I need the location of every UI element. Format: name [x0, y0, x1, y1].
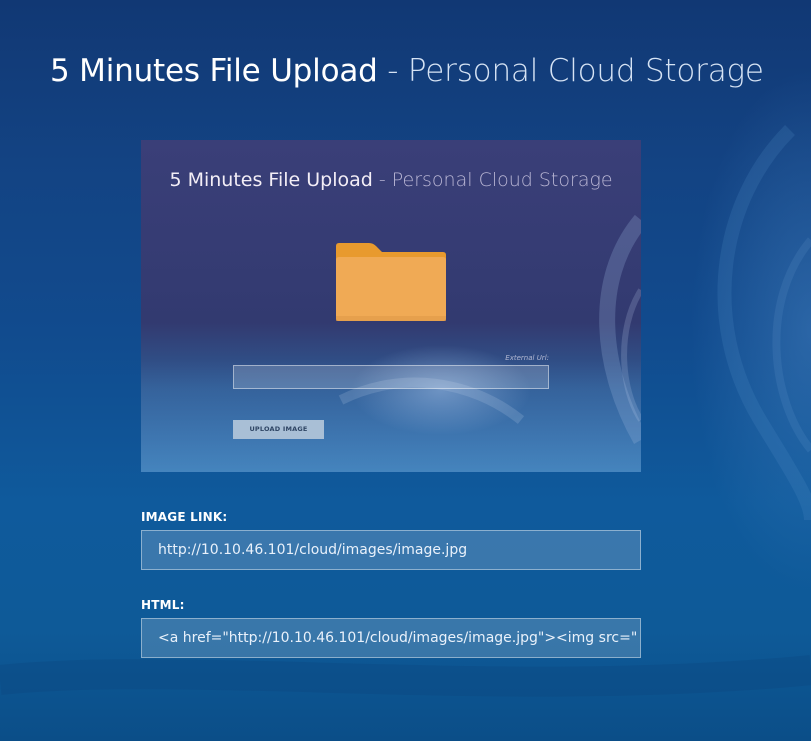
html-embed-field[interactable] [141, 618, 641, 658]
uploaded-image-preview: 5 Minutes File Upload - Personal Cloud S… [141, 140, 641, 472]
external-url-input [233, 365, 549, 389]
preview-title-subtitle: - Personal Cloud Storage [378, 169, 613, 191]
image-link-field[interactable] [141, 530, 641, 570]
folder-icon [336, 243, 446, 321]
image-link-label: IMAGE LINK: [141, 510, 228, 524]
external-url-label: External Url: [505, 354, 549, 362]
preview-title: 5 Minutes File Upload - Personal Cloud S… [141, 167, 641, 193]
page-title-main: 5 Minutes File Upload [50, 53, 378, 89]
page-title: 5 Minutes File Upload - Personal Cloud S… [50, 50, 764, 92]
html-label: HTML: [141, 598, 185, 612]
upload-image-button: UPLOAD IMAGE [233, 420, 324, 439]
preview-title-main: 5 Minutes File Upload [169, 169, 373, 191]
page-title-subtitle: - Personal Cloud Storage [387, 53, 764, 89]
